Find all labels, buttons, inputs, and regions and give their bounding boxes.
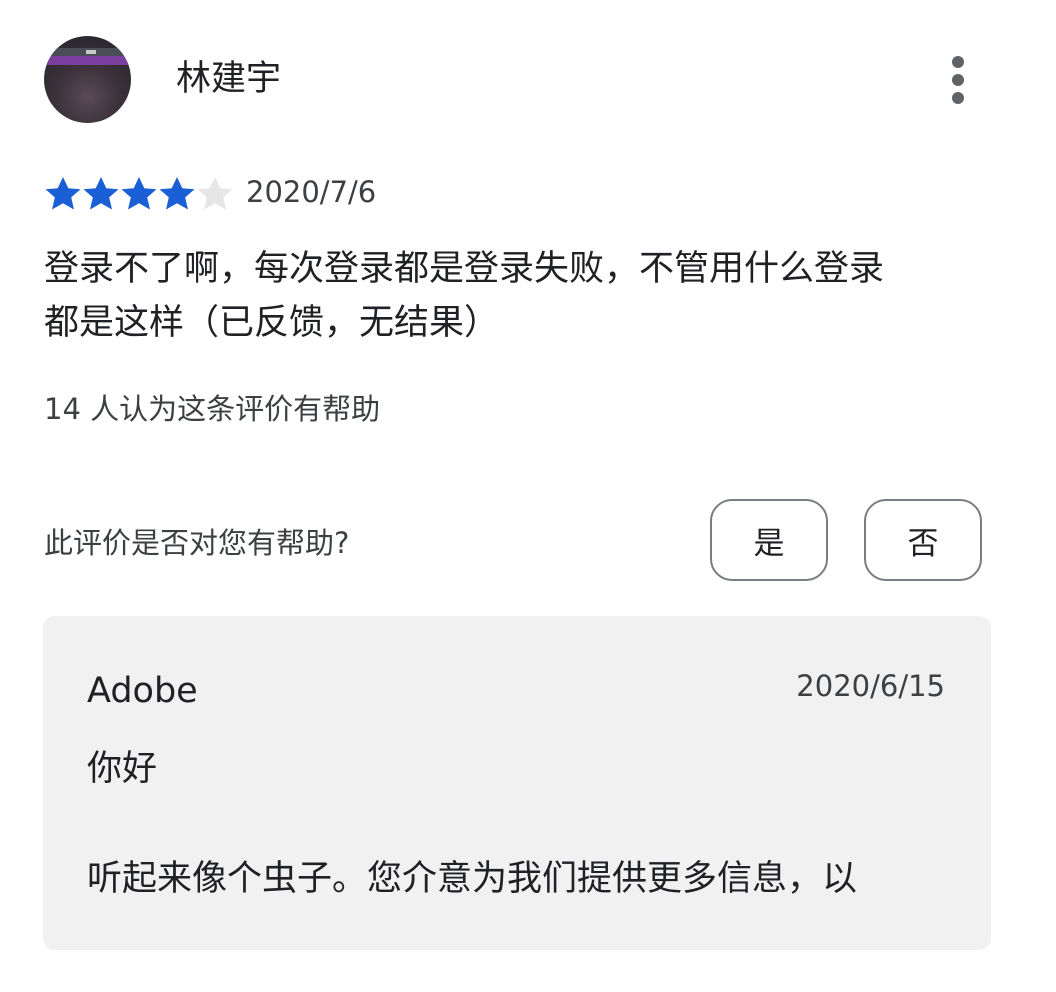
more-options-button[interactable] [938, 52, 978, 108]
helpful-yes-button[interactable]: 是 [710, 499, 828, 581]
helpful-no-button[interactable]: 否 [864, 499, 982, 581]
helpful-prompt: 此评价是否对您有帮助? [44, 526, 350, 560]
developer-reply-card: Adobe 2020/6/15 你好 听起来像个虫子。您介意为我们提供更多信息，… [43, 616, 991, 950]
star-rating [44, 176, 234, 210]
star-filled-icon [45, 177, 81, 210]
review-text: 登录不了啊，每次登录都是登录失败，不管用什么登录 都是这样（已反馈，无结果） [44, 249, 885, 343]
star-filled-icon [159, 177, 195, 210]
reply-date: 2020/6/15 [796, 669, 945, 703]
star-empty-icon [197, 177, 233, 210]
helpful-count: 14 人认为这条评价有帮助 [44, 392, 381, 426]
reviewer-avatar [44, 36, 131, 123]
reply-body: 听起来像个虫子。您介意为我们提供更多信息，以 [87, 859, 858, 899]
developer-name: Adobe [87, 671, 198, 711]
reviewer-name: 林建宇 [176, 59, 282, 99]
reply-greeting: 你好 [87, 749, 158, 789]
star-filled-icon [121, 177, 157, 210]
star-filled-icon [83, 177, 119, 210]
review-date: 2020/7/6 [246, 175, 377, 209]
